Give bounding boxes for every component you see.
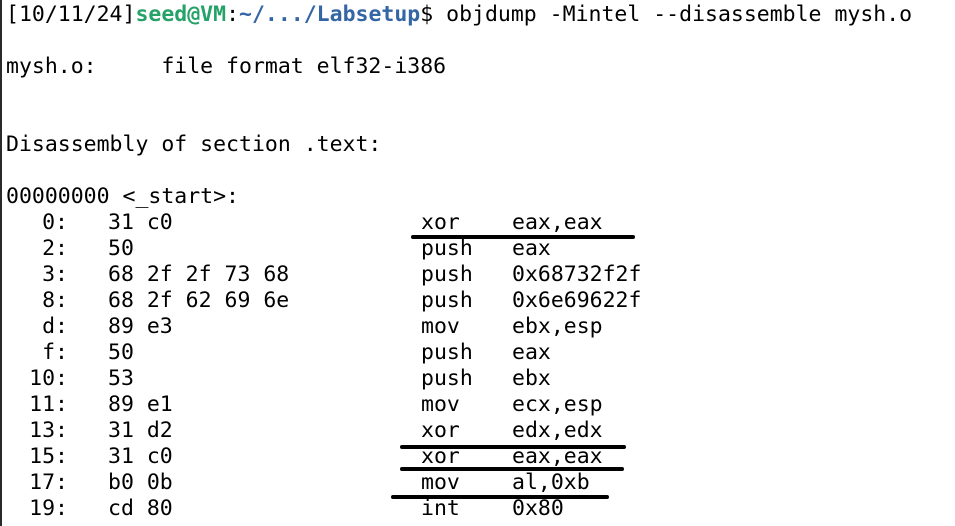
section-header: Disassembly of section .text: bbox=[6, 132, 382, 157]
instruction-row: 10: 53 push ebx bbox=[2, 366, 902, 392]
instruction-bytes: b0 0b bbox=[108, 470, 173, 495]
instruction-bytes: 50 bbox=[108, 340, 134, 365]
instruction-mnemonic: xor bbox=[421, 418, 460, 443]
instruction-bytes: 50 bbox=[108, 236, 134, 261]
instruction-address: 2: bbox=[42, 236, 68, 261]
instruction-bytes: 89 e3 bbox=[108, 314, 173, 339]
instruction-address: 19: bbox=[29, 496, 68, 521]
instruction-mnemonic: mov bbox=[421, 470, 460, 495]
instruction-bytes: 31 d2 bbox=[108, 418, 173, 443]
instruction-bytes: 68 2f 2f 73 68 bbox=[108, 262, 290, 287]
prompt-line: [10/11/24]seed@VM:~/.../Labsetup$ objdum… bbox=[6, 2, 912, 28]
prompt-time: [10/11/24] bbox=[6, 2, 136, 27]
instruction-address: 11: bbox=[29, 392, 68, 417]
instruction-bytes: cd 80 bbox=[108, 496, 173, 521]
instruction-address: 8: bbox=[42, 288, 68, 313]
instruction-mnemonic: push bbox=[421, 236, 473, 261]
instruction-bytes: 31 c0 bbox=[108, 444, 173, 469]
prompt-dollar: $ bbox=[420, 2, 447, 27]
highlight-underline bbox=[400, 467, 624, 471]
instruction-bytes: 53 bbox=[108, 366, 134, 391]
instruction-mnemonic: mov bbox=[421, 392, 460, 417]
symbol-header: 00000000 <_start>: bbox=[6, 184, 239, 209]
instruction-operands: ecx,esp bbox=[512, 392, 603, 417]
instruction-address: 0: bbox=[42, 210, 68, 235]
prompt-path: ~/.../Labsetup bbox=[239, 2, 421, 27]
instruction-row: f: 50 push eax bbox=[2, 340, 902, 366]
instruction-bytes: 31 c0 bbox=[108, 210, 173, 235]
instruction-mnemonic: push bbox=[421, 340, 473, 365]
instruction-operands: ebx,esp bbox=[512, 314, 603, 339]
instruction-row: 13: 31 d2 xor edx,edx bbox=[2, 418, 902, 444]
instruction-operands: 0x6e69622f bbox=[512, 288, 642, 313]
prompt-colon: : bbox=[226, 2, 240, 27]
prompt-user-host: seed@VM bbox=[135, 2, 227, 27]
instruction-operands: ebx bbox=[512, 366, 551, 391]
instruction-mnemonic: mov bbox=[421, 314, 460, 339]
instruction-address: d: bbox=[42, 314, 68, 339]
instruction-row: 8: 68 2f 62 69 6e push 0x6e69622f bbox=[2, 288, 902, 314]
file-format-line: mysh.o: file format elf32-i386 bbox=[6, 54, 447, 79]
instruction-address: f: bbox=[42, 340, 68, 365]
instruction-operands: edx,edx bbox=[512, 418, 603, 443]
instruction-row: 11: 89 e1 mov ecx,esp bbox=[2, 392, 902, 418]
instruction-bytes: 89 e1 bbox=[108, 392, 173, 417]
instruction-row: d: 89 e3 mov ebx,esp bbox=[2, 314, 902, 340]
instruction-address: 15: bbox=[29, 444, 68, 469]
instruction-row: 2: 50 push eax bbox=[2, 236, 902, 262]
highlight-underline bbox=[400, 445, 626, 449]
instruction-row: 19: cd 80 int 0x80 bbox=[2, 496, 902, 522]
highlight-underline bbox=[391, 495, 609, 499]
terminal-window[interactable]: [10/11/24]seed@VM:~/.../Labsetup$ objdum… bbox=[0, 0, 955, 526]
instruction-operands: 0x80 bbox=[512, 496, 564, 521]
instruction-row: 0: 31 c0 xor eax,eax bbox=[2, 210, 902, 236]
instruction-address: 3: bbox=[42, 262, 68, 287]
instruction-operands: 0x68732f2f bbox=[512, 262, 642, 287]
instruction-mnemonic: push bbox=[421, 288, 473, 313]
instruction-mnemonic: int bbox=[421, 496, 460, 521]
instruction-mnemonic: xor bbox=[421, 210, 460, 235]
instruction-mnemonic: push bbox=[421, 262, 473, 287]
instruction-operands: eax bbox=[512, 236, 551, 261]
command-text: objdump -Mintel --disassemble mysh.o bbox=[446, 2, 913, 27]
instruction-operands: al,0xb bbox=[512, 470, 590, 495]
instruction-row: 3: 68 2f 2f 73 68 push 0x68732f2f bbox=[2, 262, 902, 288]
instruction-bytes: 68 2f 62 69 6e bbox=[108, 288, 290, 313]
instruction-address: 13: bbox=[29, 418, 68, 443]
instruction-address: 17: bbox=[29, 470, 68, 495]
instruction-operands: eax,eax bbox=[512, 210, 603, 235]
instruction-operands: eax bbox=[512, 340, 551, 365]
instruction-row: 17: b0 0b mov al,0xb bbox=[2, 470, 902, 496]
highlight-underline bbox=[411, 235, 635, 239]
instruction-address: 10: bbox=[29, 366, 68, 391]
instruction-mnemonic: push bbox=[421, 366, 473, 391]
